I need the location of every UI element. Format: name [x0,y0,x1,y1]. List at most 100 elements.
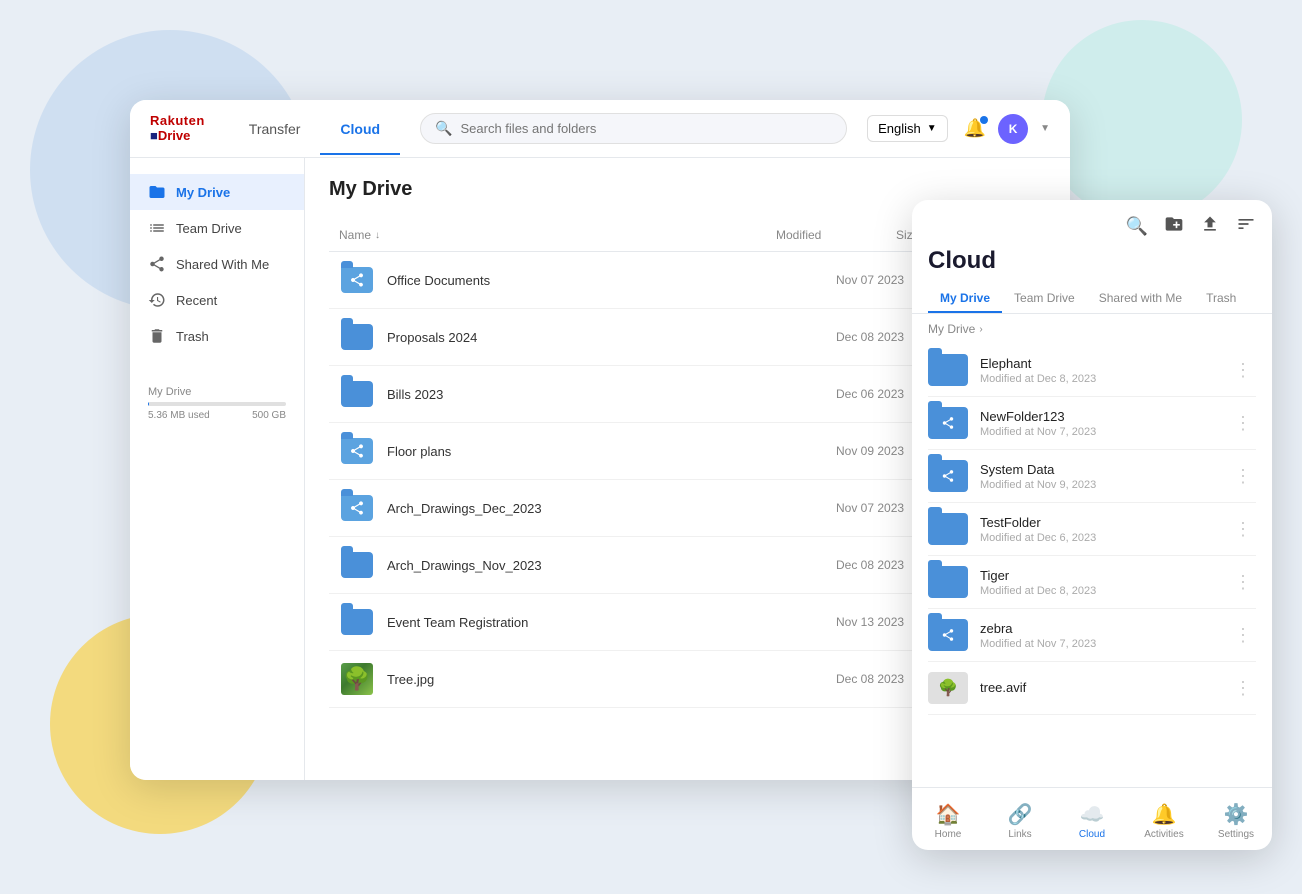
panel-file-info: Elephant Modified at Dec 8, 2023 [980,356,1230,385]
file-area-title: My Drive [329,178,1046,201]
panel-new-folder-icon[interactable] [1164,214,1184,239]
panel-file-name: TestFolder [980,515,1230,530]
list-item[interactable]: System Data Modified at Nov 9, 2023 ⋮ [928,450,1256,503]
bottom-nav-settings[interactable]: ⚙️ Settings [1200,796,1272,846]
panel-header: 🔍 [912,200,1272,239]
list-item[interactable]: zebra Modified at Nov 7, 2023 ⋮ [928,609,1256,662]
header-actions: 🔔 K ▼ [964,114,1050,144]
panel-file-name: zebra [980,621,1230,636]
panel-folder-icon [928,354,968,386]
panel-folder-icon [928,513,968,545]
avatar[interactable]: K [998,114,1028,144]
folder-icon [341,324,373,350]
file-icon-wrap [339,319,375,355]
bottom-nav-icon-settings: ⚙️ [1224,802,1249,827]
list-item[interactable]: NewFolder123 Modified at Nov 7, 2023 ⋮ [928,397,1256,450]
panel-upload-icon[interactable] [1200,214,1220,239]
bottom-nav-icon-home: 🏠 [936,802,961,827]
nav-tabs: Transfer Cloud [229,103,400,155]
panel-title: Cloud [912,239,1272,275]
file-icon-wrap [339,604,375,640]
bottom-nav-links[interactable]: 🔗 Links [984,796,1056,846]
file-name: Proposals 2024 [387,330,836,345]
file-name: Event Team Registration [387,615,836,630]
file-name: Arch_Drawings_Dec_2023 [387,501,836,516]
panel-file-date: Modified at Dec 8, 2023 [980,585,1230,597]
file-icon: 🌳 [928,672,968,704]
file-icon-wrap [339,262,375,298]
panel-file-info: System Data Modified at Nov 9, 2023 [980,462,1230,491]
list-item[interactable]: 🌳 tree.avif ⋮ [928,662,1256,715]
logo: Rakuten ■Drive [150,114,205,143]
storage-total: 500 GB [252,410,286,421]
bottom-nav-icon-links: 🔗 [1008,802,1033,827]
panel-file-name: Tiger [980,568,1230,583]
col-name-header: Name ↓ [339,228,776,242]
sidebar-item-team-drive[interactable]: Team Drive [130,210,304,246]
more-options-button[interactable]: ⋮ [1230,568,1256,597]
bottom-nav-home[interactable]: 🏠 Home [912,796,984,846]
col-modified-header: Modified [776,228,896,242]
search-area: 🔍 [420,113,847,144]
storage-used: 5.36 MB used [148,410,210,421]
language-label: English [878,121,921,136]
share-icon [148,255,166,273]
sidebar-item-my-drive[interactable]: My Drive [130,174,304,210]
panel-tab-trash[interactable]: Trash [1194,283,1248,313]
panel-file-info: TestFolder Modified at Dec 6, 2023 [980,515,1230,544]
bottom-nav-label-activities: Activities [1144,829,1183,840]
panel-folder-icon [928,460,968,492]
storage-info: 5.36 MB used 500 GB [148,410,286,421]
file-thumbnail [341,663,373,695]
more-options-button[interactable]: ⋮ [1230,409,1256,438]
tab-cloud[interactable]: Cloud [320,103,400,155]
storage-fill [148,402,149,406]
folder-icon [341,552,373,578]
more-options-button[interactable]: ⋮ [1230,515,1256,544]
search-input[interactable] [461,121,833,136]
more-options-button[interactable]: ⋮ [1230,621,1256,650]
file-icon-wrap [339,433,375,469]
more-options-button[interactable]: ⋮ [1230,356,1256,385]
right-panel: 🔍 Cloud My Drive Team Drive Shared with … [912,200,1272,850]
bottom-nav-label-links: Links [1008,829,1031,840]
tab-transfer[interactable]: Transfer [229,103,321,155]
panel-file-name: Elephant [980,356,1230,371]
file-name: Tree.jpg [387,672,836,687]
panel-file-name: NewFolder123 [980,409,1230,424]
bottom-nav-label-cloud: Cloud [1079,829,1105,840]
sidebar-item-trash[interactable]: Trash [130,318,304,354]
list-item[interactable]: Elephant Modified at Dec 8, 2023 ⋮ [928,344,1256,397]
bottom-nav-cloud[interactable]: ☁️ Cloud [1056,796,1128,846]
search-icon: 🔍 [435,120,452,137]
panel-file-info: Tiger Modified at Dec 8, 2023 [980,568,1230,597]
panel-search-icon[interactable]: 🔍 [1126,216,1148,237]
panel-file-date: Modified at Dec 8, 2023 [980,373,1230,385]
panel-bottom-nav: 🏠 Home 🔗 Links ☁️ Cloud 🔔 Activities ⚙️ … [912,787,1272,850]
language-selector[interactable]: English ▼ [867,115,948,142]
more-options-button[interactable]: ⋮ [1230,462,1256,491]
file-icon-wrap [339,661,375,697]
trash-icon [148,327,166,345]
panel-tab-shared[interactable]: Shared with Me [1087,283,1194,313]
panel-file-name: System Data [980,462,1230,477]
chevron-down-icon-user: ▼ [1040,123,1050,134]
panel-folder-icon [928,407,968,439]
panel-folder-icon [928,619,968,651]
notification-dot [980,116,988,124]
panel-sort-icon[interactable] [1236,214,1256,239]
list-item[interactable]: Tiger Modified at Dec 8, 2023 ⋮ [928,556,1256,609]
sidebar: My Drive Team Drive Shared With Me Recen… [130,158,305,780]
file-icon-wrap [339,376,375,412]
bottom-nav-activities[interactable]: 🔔 Activities [1128,796,1200,846]
more-options-button[interactable]: ⋮ [1230,674,1256,703]
panel-tabs: My Drive Team Drive Shared with Me Trash [912,283,1272,314]
panel-file-info: zebra Modified at Nov 7, 2023 [980,621,1230,650]
panel-tab-team-drive[interactable]: Team Drive [1002,283,1087,313]
sidebar-item-shared[interactable]: Shared With Me [130,246,304,282]
panel-tab-my-drive[interactable]: My Drive [928,283,1002,313]
list-item[interactable]: TestFolder Modified at Dec 6, 2023 ⋮ [928,503,1256,556]
notification-button[interactable]: 🔔 [964,118,986,139]
sidebar-item-recent[interactable]: Recent [130,282,304,318]
file-name: Floor plans [387,444,836,459]
